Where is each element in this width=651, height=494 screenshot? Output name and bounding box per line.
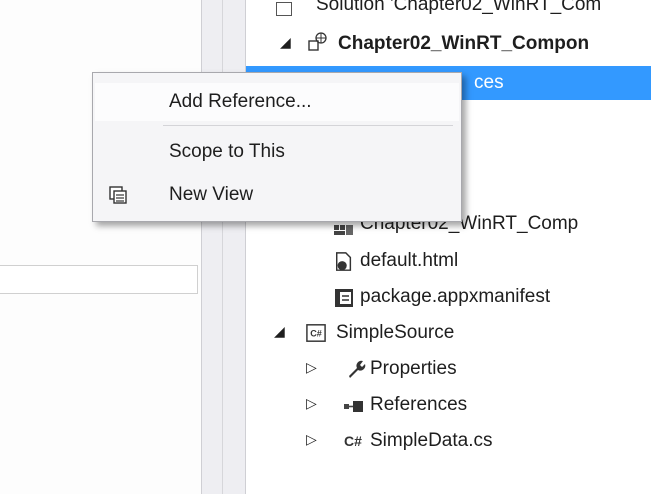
csharp-project-icon: C# xyxy=(306,324,326,342)
project-label: SimpleSource xyxy=(336,322,455,343)
tree-row-solution[interactable]: Solution 'Chapter02_WinRT_Com xyxy=(246,0,651,22)
tree-row-item[interactable]: ▷ Properties xyxy=(246,352,651,386)
menu-item-label: Scope to This xyxy=(169,141,285,162)
item-label: References xyxy=(370,394,468,415)
new-view-icon xyxy=(109,186,127,204)
collapse-arrow-icon[interactable]: ▷ xyxy=(306,395,317,412)
html-file-icon xyxy=(336,252,352,271)
csharp-file-icon: C# xyxy=(344,433,362,449)
solution-icon xyxy=(276,2,292,16)
menu-item-label: New View xyxy=(169,184,254,205)
tree-row-project[interactable]: ◢ Chapter02_WinRT_Compon xyxy=(246,27,651,61)
collapse-arrow-icon[interactable]: ▷ xyxy=(306,359,317,376)
web-project-icon xyxy=(308,32,327,51)
tree-row-item[interactable]: default.html xyxy=(246,244,651,278)
context-menu: Add Reference... Scope to This New View xyxy=(92,72,462,222)
project-label: Chapter02_WinRT_Compon xyxy=(338,33,590,54)
tree-row-item[interactable]: ▷ C# SimpleData.cs xyxy=(246,424,651,458)
expand-arrow-icon[interactable]: ◢ xyxy=(274,323,285,340)
wrench-icon xyxy=(349,360,366,378)
component-icon xyxy=(334,225,353,235)
menu-separator xyxy=(163,125,453,126)
menu-item-new-view[interactable]: New View xyxy=(95,176,459,214)
expand-arrow-icon[interactable]: ◢ xyxy=(280,34,291,51)
selected-label: ces xyxy=(474,72,504,93)
menu-item-add-reference[interactable]: Add Reference... xyxy=(95,83,459,121)
tree-row-item[interactable]: package.appxmanifest xyxy=(246,280,651,314)
svg-text:C#: C# xyxy=(310,329,322,339)
collapse-arrow-icon[interactable]: ▷ xyxy=(306,431,317,448)
manifest-file-icon xyxy=(335,289,353,307)
item-label: Properties xyxy=(370,358,457,379)
menu-item-scope-to-this[interactable]: Scope to This xyxy=(95,133,459,171)
references-icon xyxy=(344,401,363,412)
menu-item-label: Add Reference... xyxy=(169,91,312,112)
solution-label: Solution 'Chapter02_WinRT_Com xyxy=(316,0,602,15)
item-label: SimpleData.cs xyxy=(370,430,493,451)
tree-row-item[interactable]: ▷ References xyxy=(246,388,651,422)
item-label: default.html xyxy=(360,250,459,271)
editor-field[interactable] xyxy=(0,265,198,294)
item-label: package.appxmanifest xyxy=(360,286,551,307)
tree-row-project[interactable]: ◢ C# SimpleSource xyxy=(246,316,651,350)
